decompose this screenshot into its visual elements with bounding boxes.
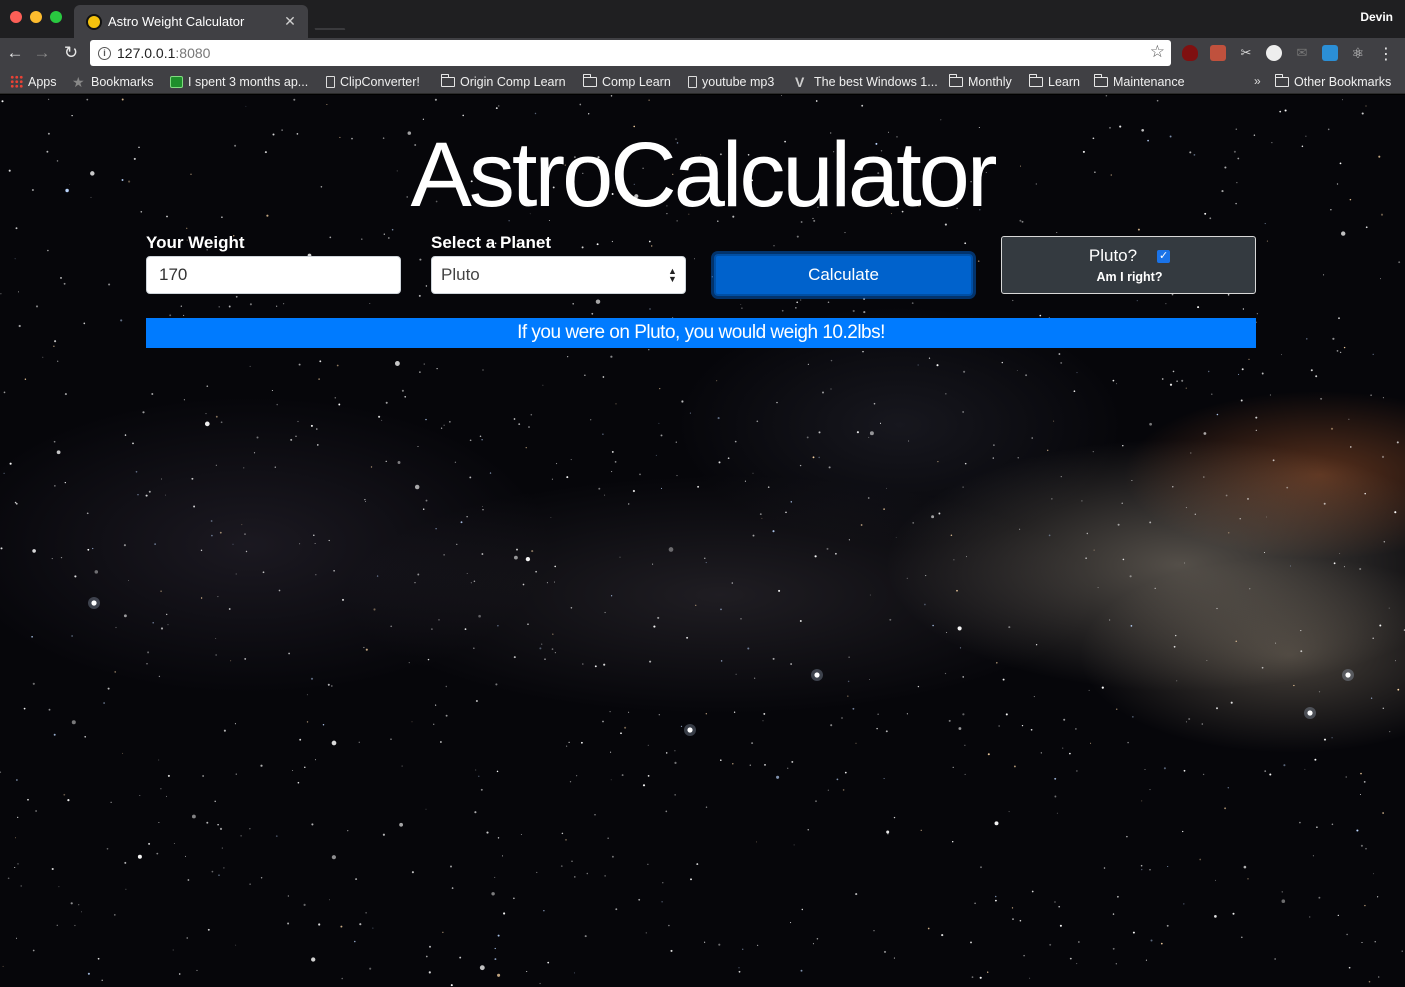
browser-tab-active[interactable]: Astro Weight Calculator ✕ (74, 5, 308, 38)
star-icon: ★ (72, 73, 85, 90)
batman-favicon-icon (86, 13, 102, 30)
close-window-button[interactable] (10, 11, 22, 23)
folder-icon (441, 73, 455, 87)
bookmark-label: Apps (28, 74, 57, 89)
bookmark-label: Bookmarks (91, 74, 154, 89)
scissors-extension-icon[interactable]: ✂ (1238, 45, 1254, 61)
forward-arrow-icon[interactable]: → (31, 42, 53, 64)
bookmark-label: Learn (1048, 74, 1080, 89)
planet-label: Select a Planet (431, 233, 552, 252)
page-title: AstroCalculator (410, 124, 998, 226)
pluto-question: Pluto? (1088, 246, 1138, 265)
starfield-background (0, 95, 1405, 987)
react-devtools-icon[interactable]: ⚛ (1350, 45, 1366, 61)
window-titlebar: Astro Weight Calculator ✕ Devin (0, 0, 1405, 38)
bookmark-comp-learn[interactable]: Comp Learn (583, 73, 671, 90)
folder-icon (949, 73, 963, 87)
folder-icon (1094, 73, 1108, 87)
bookmark-label: I spent 3 months ap... (188, 74, 309, 89)
circle-extension-icon[interactable] (1266, 45, 1282, 61)
folder-icon (1275, 73, 1289, 87)
bookmark-label: Comp Learn (602, 74, 671, 89)
select-arrows-icon: ▲ ▼ (668, 266, 677, 284)
extension-tv-icon[interactable] (1210, 45, 1226, 61)
close-tab-icon[interactable]: ✕ (282, 13, 298, 30)
page-icon (688, 75, 697, 88)
browser-menu-icon[interactable]: ⋮ (1378, 44, 1394, 64)
bookmark-label: Other Bookmarks (1294, 74, 1392, 89)
new-tab-button[interactable] (308, 12, 346, 30)
bookmarks-bar: Apps ★ Bookmarks I spent 3 months ap... C… (0, 69, 1405, 94)
blue-extension-icon[interactable] (1322, 45, 1338, 61)
planet-select[interactable]: Pluto ▲ ▼ (431, 256, 686, 294)
more-bookmarks-chevron-icon[interactable]: » (1254, 74, 1261, 88)
bookmark-label: The best Windows 1... (814, 74, 938, 89)
planet-selected-value: Pluto (441, 265, 480, 284)
bookmark-label: Monthly (968, 74, 1012, 89)
address-bar[interactable]: i 127.0.0.1:8080 ☆ (90, 40, 1171, 66)
pluto-question-row: Pluto? ✓ (1002, 246, 1257, 266)
bookmark-other-bookmarks[interactable]: Other Bookmarks (1275, 73, 1391, 90)
calculate-button[interactable]: Calculate (714, 254, 973, 296)
result-message: If you were on Pluto, you would weigh 10… (146, 318, 1256, 348)
green-site-icon (170, 75, 183, 88)
pluto-box: Pluto? ✓ Am I right? (1001, 236, 1256, 294)
folder-icon (1029, 73, 1043, 87)
browser-toolbar: ← → ↻ i 127.0.0.1:8080 ☆ ✂ ✉ ⚛ ⋮ (0, 38, 1405, 69)
ublock-extension-icon[interactable] (1182, 45, 1198, 61)
url-host: 127.0.0.1 (117, 45, 176, 61)
info-icon[interactable]: i (98, 46, 111, 60)
v-site-icon: V (795, 73, 805, 90)
bookmark-origin-comp-learn[interactable]: Origin Comp Learn (441, 73, 566, 90)
bookmark-youtube-mp3[interactable]: youtube mp3 (688, 73, 774, 90)
url-port: :8080 (175, 45, 211, 61)
pluto-subtext: Am I right? (1096, 270, 1163, 284)
bookmark-star-icon[interactable]: ☆ (1150, 42, 1165, 62)
bookmark-i-spent[interactable]: I spent 3 months ap... (170, 73, 308, 90)
maximize-window-button[interactable] (50, 11, 62, 23)
minimize-window-button[interactable] (30, 11, 42, 23)
bookmark-label: Origin Comp Learn (460, 74, 566, 89)
weight-label: Your Weight (146, 233, 245, 252)
apps-grid-icon (10, 75, 23, 88)
reload-icon[interactable]: ↻ (60, 42, 82, 64)
pluto-checkbox[interactable]: ✓ (1157, 249, 1171, 263)
bookmark-label: Maintenance (1113, 74, 1185, 89)
bookmark-bookmarks[interactable]: ★ Bookmarks (72, 73, 154, 90)
bookmark-clipconverter[interactable]: ClipConverter! (326, 73, 420, 90)
bookmark-maintenance[interactable]: Maintenance (1094, 73, 1185, 90)
back-arrow-icon[interactable]: ← (4, 42, 26, 64)
bookmark-best-windows[interactable]: V The best Windows 1... (795, 73, 938, 90)
tab-title: Astro Weight Calculator (108, 14, 245, 29)
bookmark-label: ClipConverter! (340, 74, 420, 89)
bookmark-label: youtube mp3 (702, 74, 775, 89)
megaphone-extension-icon[interactable]: ✉ (1294, 45, 1310, 61)
page-viewport: AstroCalculator Your Weight Select a Pla… (0, 95, 1405, 987)
bookmark-apps[interactable]: Apps (10, 73, 57, 90)
profile-name[interactable]: Devin (1360, 10, 1393, 24)
bookmark-monthly[interactable]: Monthly (949, 73, 1012, 90)
weight-input[interactable] (146, 256, 401, 294)
folder-icon (583, 73, 597, 87)
bookmark-learn[interactable]: Learn (1029, 73, 1080, 90)
page-icon (326, 75, 335, 88)
